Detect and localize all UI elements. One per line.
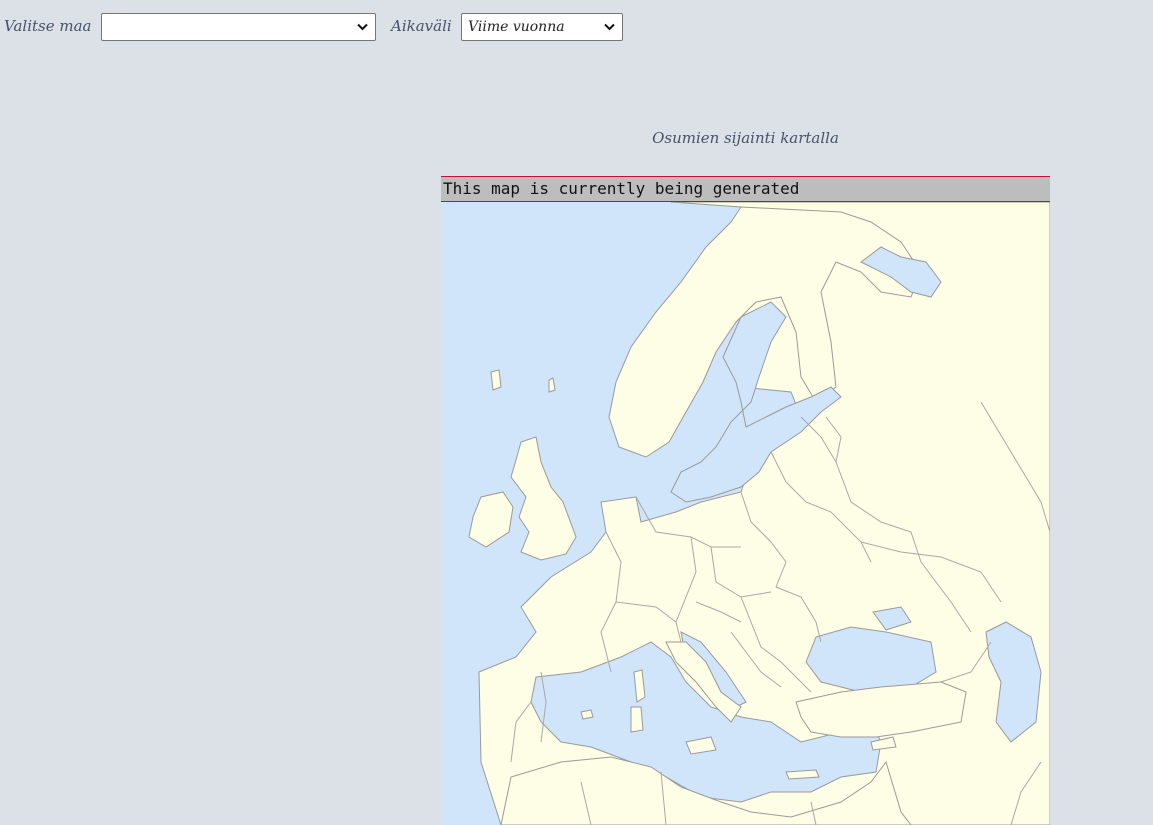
chevron-down-icon <box>357 23 368 31</box>
europe-map[interactable]: This map is currently being generated <box>441 176 1050 825</box>
country-label: Valitse maa <box>4 17 92 35</box>
map-title: Osumien sijainti kartalla <box>652 129 839 147</box>
filter-bar: Valitse maa Aikaväli Viime vuonna <box>0 0 1153 56</box>
period-select-value: Viime vuonna <box>468 19 565 35</box>
map-status-banner: This map is currently being generated <box>441 176 1050 202</box>
europe-map-image <box>468 202 1050 825</box>
chevron-down-icon <box>604 23 615 31</box>
period-label: Aikaväli <box>391 17 452 35</box>
country-select[interactable] <box>101 13 376 41</box>
period-select[interactable]: Viime vuonna <box>461 13 623 41</box>
